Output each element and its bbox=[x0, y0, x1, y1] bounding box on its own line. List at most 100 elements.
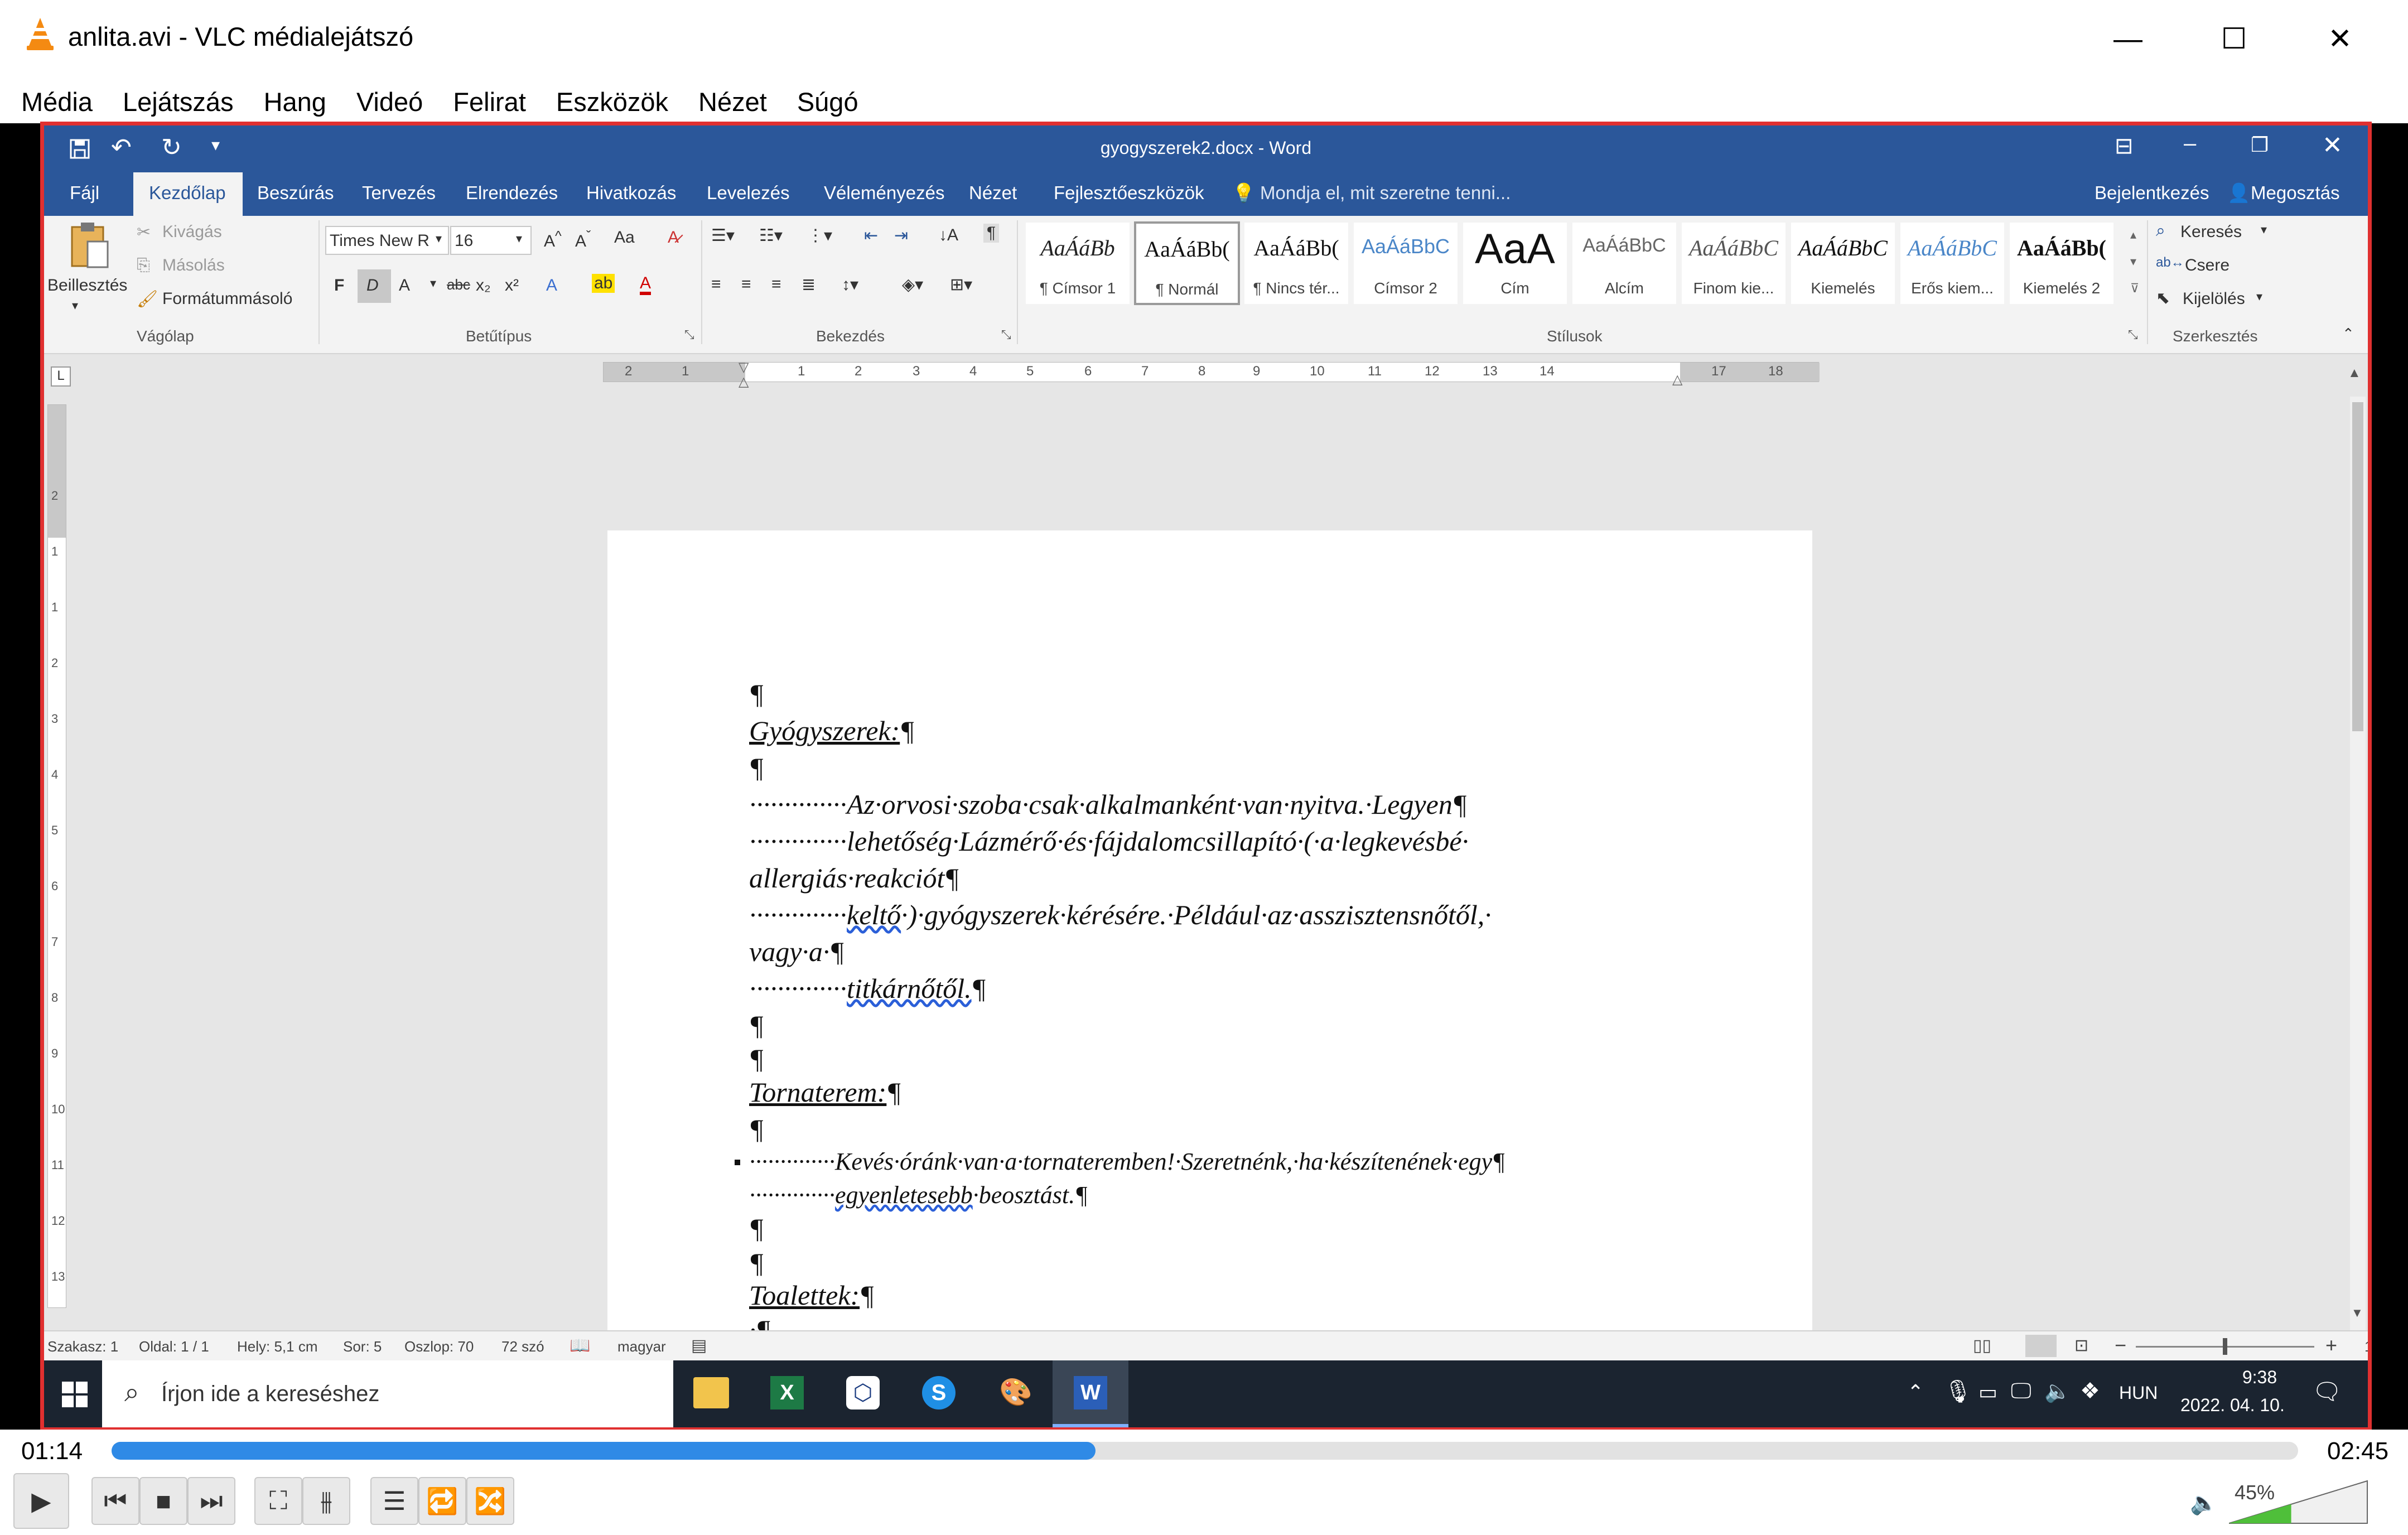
fullscreen-button[interactable]: ⛶ bbox=[254, 1477, 302, 1525]
paste-button[interactable]: Beillesztés bbox=[47, 276, 127, 295]
menu-audio[interactable]: Hang bbox=[264, 86, 326, 117]
font-name-combobox[interactable]: Times New R ▾ bbox=[325, 226, 449, 255]
decrease-indent-icon[interactable]: ⇤ bbox=[864, 226, 878, 245]
paste-dropdown-icon[interactable]: ▾ bbox=[72, 298, 78, 313]
tab-layout[interactable]: Elrendezés bbox=[466, 182, 558, 204]
macro-record-icon[interactable]: ▤ bbox=[691, 1336, 707, 1355]
read-mode-icon[interactable]: ▯▯ bbox=[1973, 1336, 1991, 1355]
multilevel-list-icon[interactable]: ⋮▾ bbox=[807, 226, 832, 245]
seek-bar[interactable] bbox=[112, 1442, 2298, 1460]
web-layout-icon[interactable]: ⊡ bbox=[2074, 1336, 2088, 1355]
menu-playback[interactable]: Lejátszás bbox=[123, 86, 234, 117]
windows-start-icon[interactable] bbox=[61, 1380, 89, 1408]
style-emphasis2[interactable]: AaÁáBb(Kiemelés 2 bbox=[2009, 221, 2115, 305]
close-button[interactable]: ✕ bbox=[2287, 11, 2393, 67]
font-name-dropdown-icon[interactable]: ▾ bbox=[436, 231, 442, 246]
maximize-button[interactable]: ☐ bbox=[2181, 11, 2287, 67]
word-taskbar-button[interactable]: W bbox=[1053, 1360, 1128, 1427]
taskbar-search-box[interactable]: ⌕ Írjon ide a kereséshez bbox=[102, 1360, 673, 1427]
microphone-icon[interactable]: 🎙 bbox=[1944, 1378, 1972, 1404]
speaker-icon[interactable]: 🔈 bbox=[2044, 1379, 2071, 1404]
vertical-scrollbar[interactable]: ▼ bbox=[2350, 397, 2366, 1330]
font-size-combobox[interactable]: 16 ▾ bbox=[450, 226, 532, 255]
zoom-slider-thumb[interactable] bbox=[2223, 1338, 2227, 1355]
font-color-icon[interactable]: A bbox=[640, 275, 652, 295]
input-language[interactable]: HUN bbox=[2119, 1383, 2158, 1403]
line-spacing-icon[interactable]: ↕▾ bbox=[842, 275, 858, 295]
show-formatting-marks-icon[interactable]: ¶ bbox=[983, 224, 1000, 243]
bold-button[interactable]: F bbox=[334, 276, 344, 295]
justify-icon[interactable]: ≣ bbox=[802, 275, 815, 295]
shrink-font-icon[interactable]: Aˇ bbox=[575, 228, 591, 251]
menu-media[interactable]: Média bbox=[21, 86, 93, 117]
find-dropdown-icon[interactable]: ▾ bbox=[2261, 223, 2267, 237]
style-title[interactable]: AaA Cím bbox=[1462, 221, 1568, 305]
tell-me-search[interactable]: Mondja el, mit szeretne tenni... bbox=[1260, 182, 1511, 204]
taskbar-search-input[interactable]: Írjon ide a kereséshez bbox=[161, 1382, 379, 1407]
paint-icon[interactable]: 🎨 bbox=[999, 1376, 1032, 1410]
taskbar-clock-time[interactable]: 9:38 bbox=[2232, 1367, 2288, 1388]
superscript-icon[interactable]: x² bbox=[505, 276, 519, 295]
cut-button[interactable]: Kivágás bbox=[162, 223, 222, 242]
playlist-button[interactable]: ☰ bbox=[370, 1477, 418, 1525]
sort-icon[interactable]: ↓A bbox=[939, 226, 958, 245]
scroll-down-icon[interactable]: ▼ bbox=[2351, 1306, 2363, 1320]
select-dropdown-icon[interactable]: ▾ bbox=[2256, 289, 2262, 304]
format-painter-button[interactable]: Formátummásoló bbox=[162, 289, 292, 308]
previous-button[interactable]: ⏮ bbox=[91, 1477, 139, 1525]
style-subtle-emphasis[interactable]: AaÁáBbC Finom kie... bbox=[1681, 221, 1787, 305]
strikethrough-button[interactable]: abc bbox=[447, 276, 470, 293]
excel-icon[interactable]: X bbox=[770, 1376, 804, 1410]
borders-icon[interactable]: ⊞▾ bbox=[950, 275, 972, 295]
status-line[interactable]: Sor: 5 bbox=[343, 1338, 382, 1355]
styles-dialog-launcher-icon[interactable]: ⤡ bbox=[2128, 327, 2138, 342]
align-left-icon[interactable]: ≡ bbox=[711, 275, 721, 294]
play-button[interactable]: ▶ bbox=[13, 1473, 69, 1529]
status-position[interactable]: Hely: 5,1 cm bbox=[237, 1338, 318, 1355]
equalizer-button[interactable]: ⫵ bbox=[302, 1477, 350, 1525]
word-minimize-icon[interactable]: – bbox=[2184, 131, 2196, 156]
menu-subtitle[interactable]: Felirat bbox=[453, 86, 526, 117]
ribbon-display-options-icon[interactable]: ⊟ bbox=[2115, 133, 2134, 159]
word-restore-icon[interactable]: ❐ bbox=[2251, 133, 2269, 157]
tab-insert[interactable]: Beszúrás bbox=[257, 182, 334, 204]
status-page[interactable]: Oldal: 1 / 1 bbox=[139, 1338, 209, 1355]
proofing-icon[interactable]: 📖 bbox=[570, 1336, 590, 1355]
menu-view[interactable]: Nézet bbox=[698, 86, 767, 117]
underline-dropdown-icon[interactable]: ▾ bbox=[430, 276, 436, 291]
style-heading2[interactable]: AaÁáBbC Címsor 2 bbox=[1353, 221, 1459, 305]
style-heading1[interactable]: AaÁáBb ¶ Címsor 1 bbox=[1025, 221, 1131, 305]
right-indent-marker-icon[interactable]: △ bbox=[1672, 371, 1682, 388]
share-button[interactable]: Megosztás bbox=[2251, 182, 2340, 204]
tab-home[interactable]: Kezdőlap bbox=[149, 182, 226, 204]
numbering-icon[interactable]: ☷▾ bbox=[759, 226, 783, 245]
status-zoom[interactable]: 100% bbox=[2364, 1338, 2368, 1355]
volume-icon[interactable]: 🔈 bbox=[2190, 1490, 2218, 1516]
status-column[interactable]: Oszlop: 70 bbox=[404, 1338, 474, 1355]
elapsed-time[interactable]: 01:14 bbox=[21, 1437, 83, 1465]
copy-button[interactable]: Másolás bbox=[162, 256, 225, 275]
style-no-spacing[interactable]: AaÁáBb(¶ Nincs tér... bbox=[1243, 221, 1349, 305]
tab-review[interactable]: Véleményezés bbox=[824, 182, 944, 204]
app-hexagon-icon[interactable]: ⬡ bbox=[846, 1376, 880, 1410]
status-words[interactable]: 72 szó bbox=[501, 1338, 544, 1355]
status-section[interactable]: Szakasz: 1 bbox=[47, 1338, 118, 1355]
shuffle-button[interactable]: 🔀 bbox=[466, 1477, 514, 1525]
horizontal-ruler[interactable]: 2 1 1 2 3 4 5 6 7 8 9 10 11 12 13 14 17 bbox=[603, 360, 1820, 389]
align-right-icon[interactable]: ≡ bbox=[771, 275, 781, 294]
style-emphasis[interactable]: AaÁáBbC Kiemelés bbox=[1790, 221, 1896, 305]
next-button[interactable]: ⏭ bbox=[187, 1477, 235, 1525]
paragraph-dialog-launcher-icon[interactable]: ⤡ bbox=[1001, 327, 1011, 342]
zoom-slider[interactable] bbox=[2136, 1338, 2314, 1355]
menu-video[interactable]: Videó bbox=[356, 86, 423, 117]
increase-indent-icon[interactable]: ⇥ bbox=[894, 226, 908, 245]
align-center-icon[interactable]: ≡ bbox=[741, 275, 751, 294]
document-page[interactable]: ¶ Gyógyszerek:¶ ¶ ··············Az·orvos… bbox=[607, 530, 1812, 1345]
grow-font-icon[interactable]: A^ bbox=[544, 228, 562, 251]
tab-view[interactable]: Nézet bbox=[969, 182, 1017, 204]
dropbox-icon[interactable]: ❖ bbox=[2080, 1378, 2100, 1404]
menu-help[interactable]: Súgó bbox=[797, 86, 858, 117]
zoom-in-icon[interactable]: + bbox=[2325, 1334, 2337, 1357]
status-language[interactable]: magyar bbox=[617, 1338, 666, 1355]
battery-icon[interactable]: ▭ bbox=[1978, 1380, 1997, 1404]
